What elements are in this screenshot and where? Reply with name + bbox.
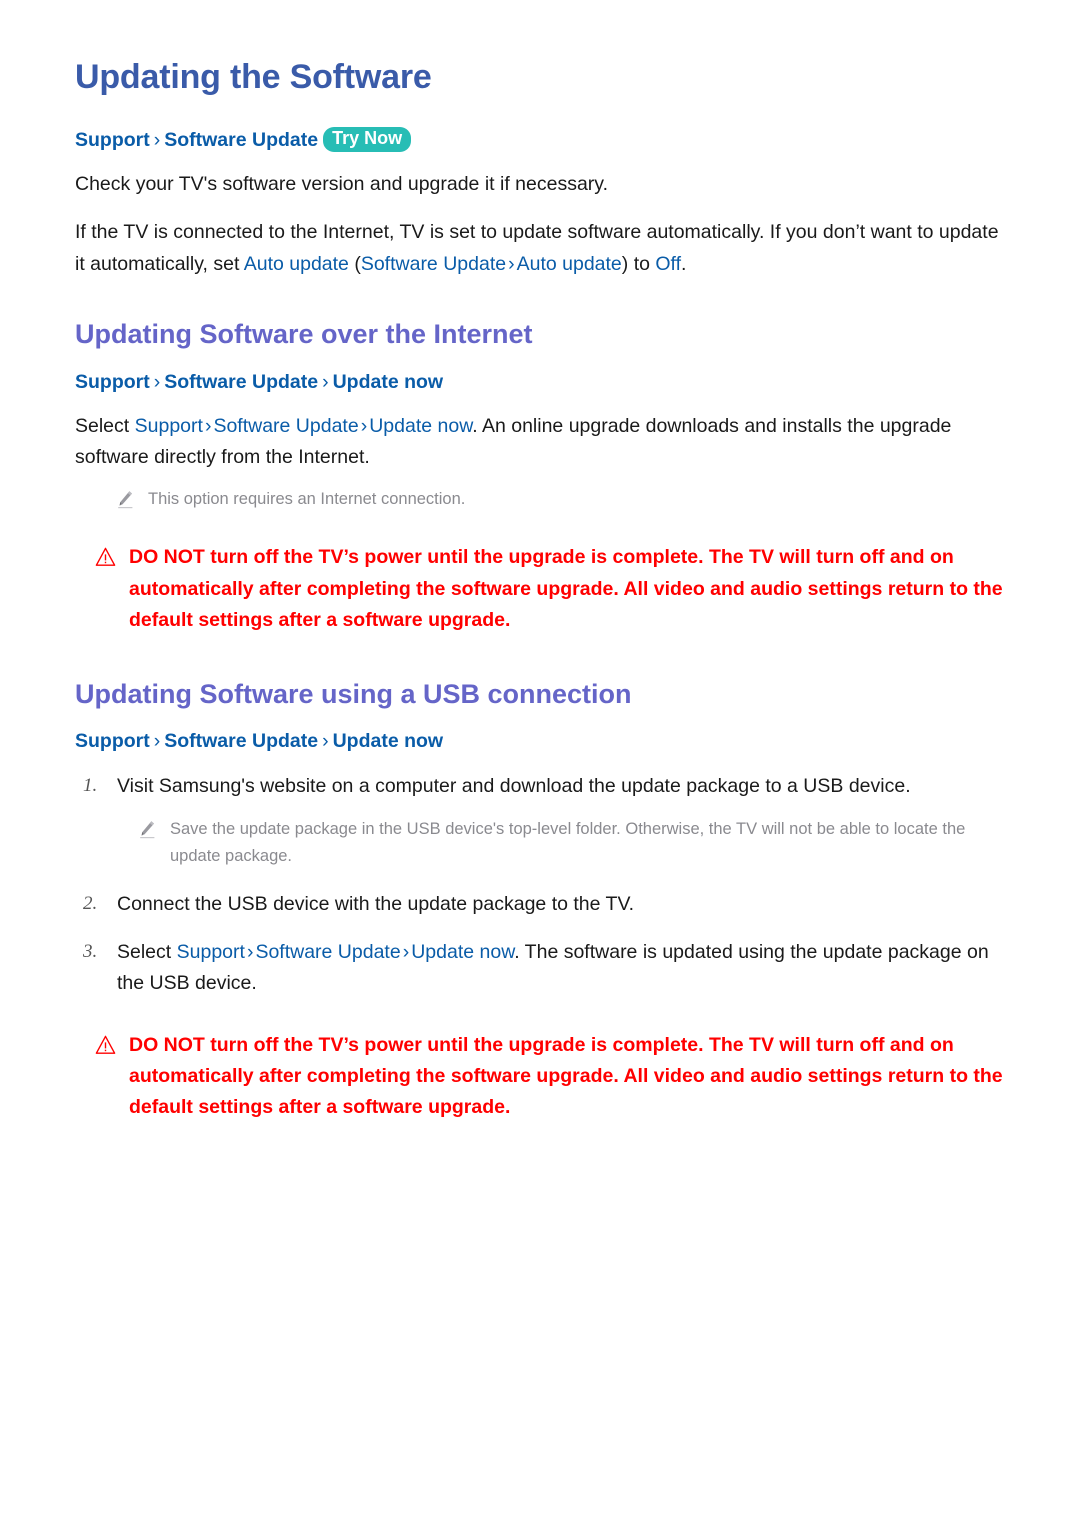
breadcrumb-separator-icon: › [322,730,329,753]
breadcrumb-separator-icon: › [153,129,161,152]
pencil-icon [118,491,133,509]
note-text: Save the update package in the USB devic… [170,820,966,865]
intro-text-part-4: . [681,252,687,275]
warning-triangle-icon [95,1035,116,1054]
usb-steps-list: 1. Visit Samsung's website on a computer… [75,771,1020,1000]
link-separator-icon: › [508,252,515,275]
list-item: 2. Connect the USB device with the updat… [75,889,1020,921]
link-auto-update-2[interactable]: Auto update [517,253,622,275]
intro-paragraph-1: Check your TV's software version and upg… [75,173,609,196]
list-item: 3. Select Support › Software Update › Update… [75,937,1020,1000]
warning-text: DO NOT turn off the TV’s power until the… [129,546,1003,631]
step-body: Connect the USB device with the update p… [117,893,635,916]
breadcrumb-separator-icon: › [153,370,161,393]
intro-text-part-3: ) to [621,252,656,275]
breadcrumb-item-support[interactable]: Support [75,730,150,752]
link-separator-icon: › [246,940,254,963]
link-separator-icon: › [360,414,368,437]
step-prefix: Select [117,940,177,963]
warning-text: DO NOT turn off the TV’s power until the… [129,1033,1003,1119]
step-body: Select Support › Software Update › Update no… [117,937,1017,1000]
breadcrumb-internet-update-now: Support › Software Update › Update now [75,369,1020,395]
link-software-update[interactable]: Software Update [213,415,358,437]
note-text: This option requires an Internet connect… [148,490,466,508]
step-number: 1. [83,774,98,796]
breadcrumb-item-software-update[interactable]: Software Update [164,730,318,752]
section-heading-internet: Updating Software over the Internet [75,319,533,350]
link-off[interactable]: Off [655,253,681,275]
breadcrumb-separator-icon: › [153,730,161,753]
link-separator-icon: › [204,414,212,437]
breadcrumb-item-software-update[interactable]: Software Update [164,129,318,151]
pencil-icon [140,821,155,839]
breadcrumb-item-support[interactable]: Support [75,371,150,393]
warning-triangle-icon [95,548,116,567]
note-save-to-top-level-folder: Save the update package in the USB devic… [139,816,1017,869]
instruction-prefix: Select [75,414,135,437]
warning-do-not-turn-off-internet: DO NOT turn off the TV’s power until the… [95,542,1020,636]
section-heading-usb: Updating Software using a USB connection [75,678,632,709]
breadcrumb-item-update-now[interactable]: Update now [333,371,444,393]
breadcrumb-item-support[interactable]: Support [75,129,150,151]
note-internet-connection: This option requires an Internet connect… [117,486,1007,512]
list-item: 1. Visit Samsung's website on a computer… [75,771,1020,873]
link-support[interactable]: Support [135,415,203,437]
step-number: 2. [83,893,98,915]
page-title: Updating the Software [75,58,432,96]
breadcrumb-support-software-update: Support › Software Update Try Now [75,127,1020,153]
link-separator-icon: › [402,940,410,963]
link-support[interactable]: Support [177,941,245,963]
intro-paragraph-2: If the TV is connected to the Internet, … [75,217,1005,280]
warning-do-not-turn-off-usb: DO NOT turn off the TV’s power until the… [95,1030,1020,1124]
breadcrumb-separator-icon: › [322,370,329,393]
link-software-update[interactable]: Software Update [361,253,506,275]
step-number: 3. [83,940,98,962]
step-text: Visit Samsung's website on a computer an… [117,774,911,797]
try-now-badge[interactable]: Try Now [323,127,412,152]
link-update-now[interactable]: Update now [369,415,472,437]
page-content: Updating the Software Support › Software U… [0,0,1080,1123]
intro-text-part-2: ( [348,252,361,275]
step-body: Visit Samsung's website on a computer an… [117,771,1017,873]
link-software-update[interactable]: Software Update [255,941,400,963]
breadcrumb-item-update-now[interactable]: Update now [333,730,444,752]
breadcrumb-usb-update-now: Support › Software Update › Update now [75,728,1020,754]
link-update-now[interactable]: Update now [411,941,514,963]
breadcrumb-item-software-update[interactable]: Software Update [164,371,318,393]
internet-instruction-paragraph: Select Support › Software Update › Update no… [75,411,1005,474]
link-auto-update-1[interactable]: Auto update [244,253,349,275]
manual-page: Updating the Software Support › Software U… [0,0,1080,1527]
